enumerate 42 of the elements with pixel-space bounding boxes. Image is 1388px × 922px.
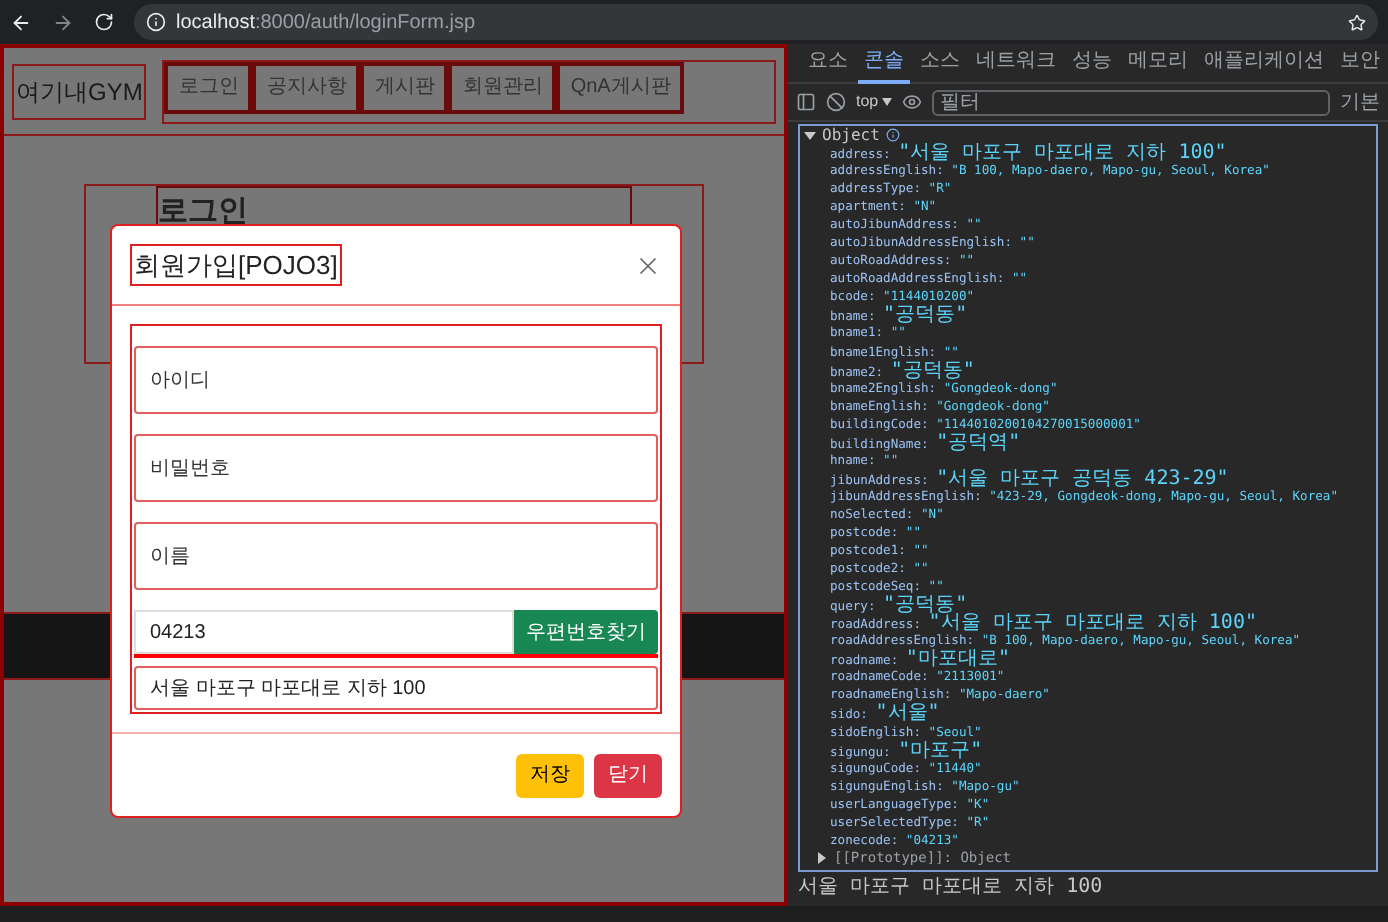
address-field[interactable]: 서울 마포구 마포대로 지하 100 [134, 666, 658, 710]
context-select[interactable]: top [856, 90, 893, 114]
find-postcode-button[interactable]: 우편번호찾기 [514, 610, 658, 654]
nav-link[interactable]: QnA게시판 [556, 61, 685, 113]
nav-link[interactable]: 게시판 [360, 61, 449, 113]
url-text: localhost:8000/auth/loginForm.jsp [176, 9, 476, 37]
devtools-tab[interactable]: 보안 [1334, 43, 1386, 83]
text-field[interactable]: 이름 [134, 522, 658, 590]
nav-link[interactable]: 공지사항 [252, 61, 361, 113]
bookmark-star-icon[interactable] [1348, 13, 1366, 31]
back-icon[interactable] [10, 11, 32, 33]
nav-link[interactable]: 회원관리 [448, 61, 557, 113]
eye-icon[interactable] [902, 92, 923, 112]
devtools-tab[interactable]: 소스 [914, 43, 966, 83]
postcode-field[interactable]: 04213 [134, 610, 514, 654]
nav-link[interactable]: 로그인 [164, 61, 253, 113]
address-bar[interactable]: localhost:8000/auth/loginForm.jsp [134, 4, 1378, 40]
filter-field[interactable]: 필터 [932, 89, 1330, 115]
devtools-tab[interactable]: 성능 [1066, 43, 1118, 83]
expand-arrow-icon[interactable] [804, 129, 816, 141]
dialog-button[interactable]: 닫기 [594, 753, 662, 797]
sidebar-icon[interactable] [796, 92, 816, 112]
info-icon[interactable] [146, 12, 166, 32]
text-field[interactable]: 아이디 [134, 346, 658, 414]
devtools-tab[interactable]: 메모리 [1122, 43, 1194, 83]
dialog-button[interactable]: 저장 [516, 753, 584, 797]
info-icon [885, 128, 900, 142]
levels-dropdown[interactable]: 기본 [1340, 87, 1380, 117]
reload-icon[interactable] [94, 12, 114, 32]
dialog-title: 회원가입[POJO3] [130, 243, 342, 287]
devtools-tab[interactable]: 네트워크 [970, 43, 1062, 83]
devtools-tab[interactable]: 애플리케이션 [1198, 43, 1330, 83]
text-field[interactable]: 비밀번호 [134, 434, 658, 502]
forward-icon[interactable] [52, 11, 74, 33]
dropdown-caret-icon [882, 98, 893, 106]
object-label[interactable]: Object [822, 125, 880, 145]
expand-arrow-icon[interactable] [816, 852, 828, 865]
brand-text[interactable]: 여기내GYM [12, 63, 147, 119]
devtools-tab[interactable]: 콘솔 [858, 43, 910, 83]
clear-icon[interactable] [826, 92, 846, 112]
log-message: 서울 마포구 마포대로 지하 100 [798, 877, 1105, 896]
devtools-tab[interactable]: 요소 [802, 43, 854, 83]
